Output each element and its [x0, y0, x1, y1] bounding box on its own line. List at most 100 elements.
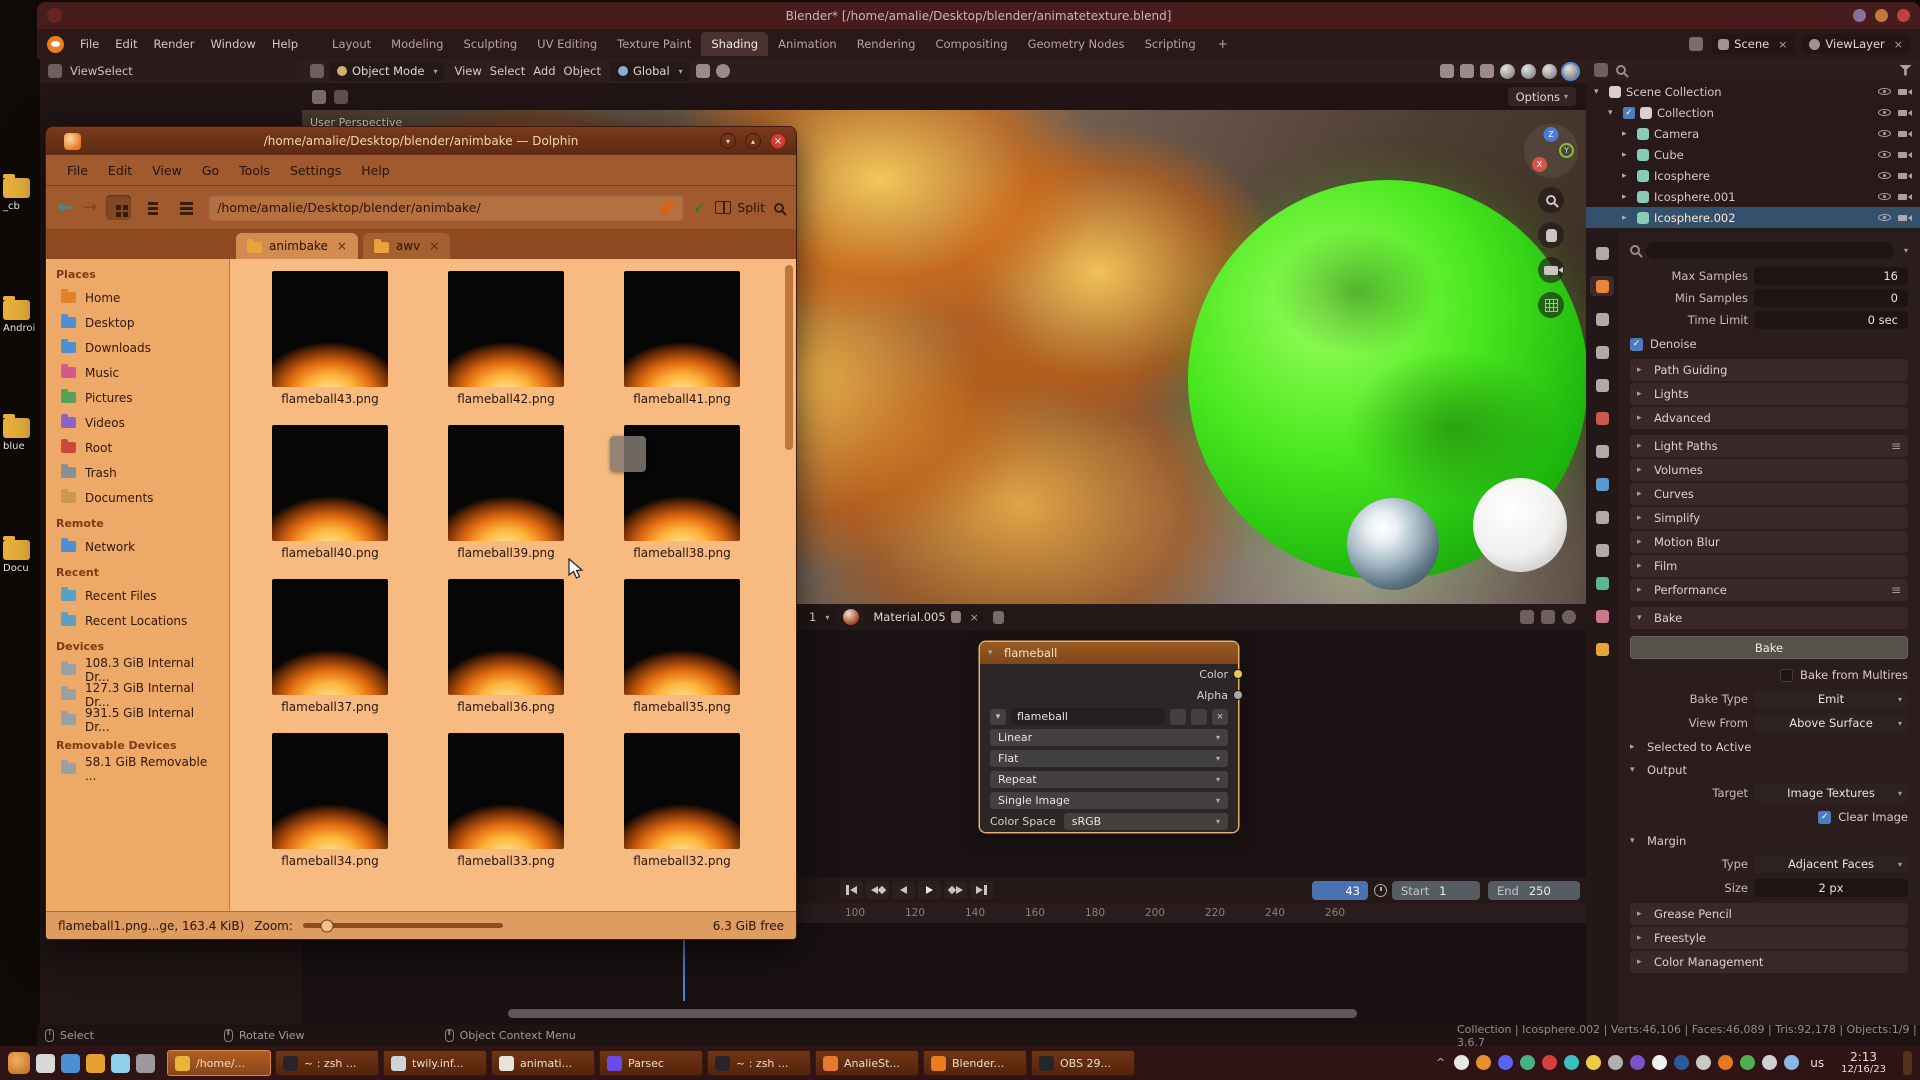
properties-tab-icon[interactable] — [1590, 606, 1614, 626]
view-from-dropdown[interactable]: Above Surface ▾ — [1754, 714, 1908, 732]
panel-section-header[interactable]: ▸ Volumes ≡ — [1630, 459, 1908, 481]
tray-icon[interactable] — [1652, 1055, 1667, 1070]
file-view[interactable]: flameball43.png flameball42.png flamebal… — [230, 259, 796, 911]
hide-eye-icon[interactable] — [1877, 211, 1892, 225]
chevron-down-icon[interactable]: ▾ — [1904, 246, 1908, 255]
workspace-tab[interactable]: Sculpting — [453, 32, 527, 56]
unlink-scene-icon[interactable]: × — [1778, 38, 1787, 51]
vertical-scrollbar[interactable] — [785, 265, 793, 450]
properties-tab-icon[interactable] — [1590, 276, 1614, 296]
properties-tab-icon[interactable] — [1590, 375, 1614, 395]
start-frame-field[interactable]: Start 1 — [1392, 881, 1480, 900]
minimize-button[interactable] — [1853, 9, 1866, 22]
overlay-toggle-icon[interactable] — [1541, 610, 1555, 624]
blender-logo-icon[interactable] — [47, 36, 64, 53]
location-bar[interactable]: /home/amalie/Desktop/blender/animbake/ — [208, 194, 684, 221]
menubar-item[interactable]: Go — [193, 160, 228, 181]
disable-render-icon[interactable] — [1897, 106, 1912, 120]
menubar-item[interactable]: View — [143, 160, 191, 181]
close-tab-icon[interactable]: × — [337, 239, 347, 253]
properties-tab-icon[interactable] — [1590, 507, 1614, 527]
workspace-tab[interactable]: Texture Paint — [607, 32, 701, 56]
hide-eye-icon[interactable] — [1877, 106, 1892, 120]
device-item[interactable]: 931.5 GiB Internal Dr... — [46, 707, 229, 732]
properties-tab-icon[interactable] — [1590, 573, 1614, 593]
properties-tab-icon[interactable] — [1590, 474, 1614, 494]
disable-render-icon[interactable] — [1897, 169, 1912, 183]
workspace-tab[interactable]: Layout — [322, 32, 381, 56]
horizontal-scrollbar[interactable] — [508, 1009, 1357, 1018]
shading-solid-icon[interactable] — [1521, 64, 1536, 79]
panel-section-header[interactable]: ▸ Grease Pencil — [1630, 903, 1908, 925]
disable-render-icon[interactable] — [1897, 127, 1912, 141]
unlink-image-icon[interactable]: × — [1212, 709, 1228, 725]
outliner-item-label[interactable]: Scene Collection — [1626, 85, 1722, 99]
material-preview-icon[interactable] — [843, 609, 859, 625]
options-dropdown[interactable]: Options ▾ — [1508, 87, 1576, 106]
disclosure-icon[interactable]: ▸ — [1622, 213, 1632, 223]
launcher-icon[interactable] — [111, 1054, 130, 1073]
play-button[interactable] — [918, 881, 941, 899]
zoom-tool-icon[interactable] — [1538, 187, 1564, 213]
shading-material-icon[interactable] — [1542, 64, 1557, 79]
outliner-item-label[interactable]: Cube — [1654, 148, 1684, 162]
output-subpanel-header[interactable]: ▾ Output — [1630, 759, 1908, 780]
properties-tab-icon[interactable] — [1590, 309, 1614, 329]
axis-z-handle[interactable]: Z — [1544, 127, 1559, 142]
property-value-field[interactable]: 16 — [1754, 267, 1908, 285]
material-selector[interactable]: Material.005 × — [866, 607, 986, 627]
bake-button[interactable]: Bake — [1630, 636, 1908, 659]
place-item[interactable]: Recent Locations — [46, 608, 229, 633]
margin-size-field[interactable]: 2 px — [1754, 879, 1908, 897]
task-button[interactable]: animati... — [491, 1050, 595, 1076]
collapse-icon[interactable]: ▾ — [988, 648, 998, 658]
close-button[interactable]: × — [770, 133, 786, 149]
fake-user-shield-icon[interactable] — [1170, 709, 1186, 725]
file-item[interactable]: flameball39.png — [418, 421, 594, 575]
menubar-item[interactable]: Help — [264, 34, 306, 54]
tray-icon[interactable] — [1674, 1055, 1689, 1070]
collection-checkbox[interactable]: ✓ — [1623, 107, 1635, 119]
disclosure-icon[interactable]: ▸ — [1622, 129, 1632, 139]
properties-tab-icon[interactable] — [1590, 540, 1614, 560]
section-menu-icon[interactable]: ≡ — [1891, 439, 1901, 453]
tray-icon[interactable] — [1718, 1055, 1733, 1070]
white-sphere-object[interactable] — [1473, 478, 1567, 572]
properties-tab-icon[interactable] — [1590, 408, 1614, 428]
jump-end-button[interactable] — [970, 881, 993, 899]
forward-button[interactable]: → — [82, 197, 97, 218]
scene-selector[interactable]: Scene × — [1711, 34, 1794, 54]
property-value-field[interactable]: 0 sec — [1754, 311, 1908, 329]
compact-view-button[interactable] — [140, 195, 165, 220]
menubar-item[interactable]: Settings — [281, 160, 350, 181]
open-image-folder-icon[interactable] — [1191, 709, 1207, 725]
margin-type-dropdown[interactable]: Adjacent Faces ▾ — [1754, 855, 1908, 873]
task-button[interactable]: AnalieSt... — [815, 1050, 919, 1076]
task-button[interactable]: ~ : zsh ... — [275, 1050, 379, 1076]
editor-menu-item[interactable]: View — [70, 64, 97, 78]
properties-tab-icon[interactable] — [1590, 441, 1614, 461]
place-item[interactable]: Desktop — [46, 310, 229, 335]
bake-from-multires-checkbox[interactable] — [1780, 669, 1793, 682]
active-tool-icon[interactable] — [312, 90, 326, 104]
unlink-material-icon[interactable]: × — [970, 611, 979, 624]
menubar-item[interactable]: Render — [146, 34, 203, 54]
minimize-button[interactable]: ▾ — [720, 133, 736, 149]
navigation-gizmo[interactable]: Z Y X — [1524, 124, 1578, 178]
target-dropdown[interactable]: Image Textures ▾ — [1754, 784, 1908, 802]
dolphin-titlebar[interactable]: /home/amalie/Desktop/blender/animbake — … — [46, 127, 796, 155]
hide-eye-icon[interactable] — [1877, 127, 1892, 141]
margin-subpanel-header[interactable]: ▾ Margin — [1630, 830, 1908, 851]
viewport-menu-item[interactable]: Select — [486, 64, 529, 78]
place-item[interactable]: Network — [46, 534, 229, 559]
jump-start-button[interactable] — [840, 881, 863, 899]
workspace-tab[interactable]: Scripting — [1135, 32, 1206, 56]
outliner-row[interactable]: ▾ ✓ Collection — [1586, 102, 1920, 123]
slot-dropdown[interactable]: 1 ▾ — [802, 607, 836, 627]
icons-view-button[interactable] — [106, 195, 131, 220]
zoom-slider[interactable] — [303, 923, 503, 928]
panel-section-header[interactable]: ▸ Color Management — [1630, 951, 1908, 973]
hide-eye-icon[interactable] — [1877, 190, 1892, 204]
tray-icon[interactable] — [1696, 1055, 1711, 1070]
outliner-item-label[interactable]: Icosphere.002 — [1654, 211, 1736, 225]
